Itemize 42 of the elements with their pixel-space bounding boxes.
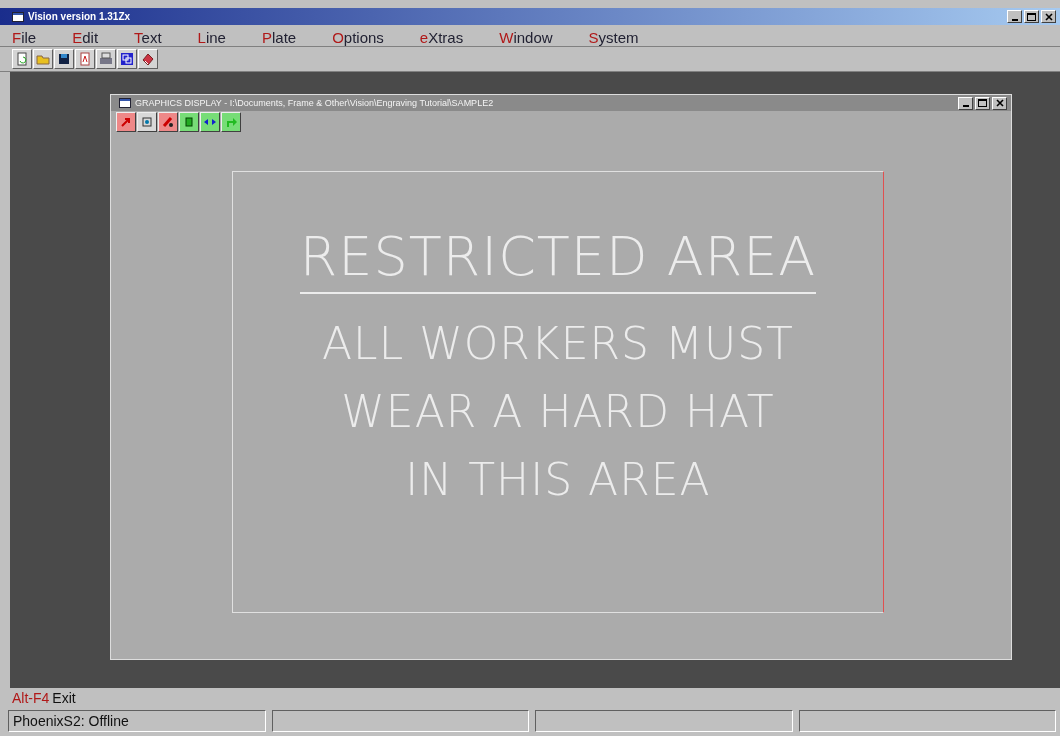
shortcut-label: Exit <box>52 690 76 706</box>
menu-item[interactable]: Options <box>332 30 384 46</box>
close-button[interactable] <box>992 96 1007 110</box>
menu-item[interactable]: Plate <box>261 30 297 46</box>
minimize-icon <box>962 105 969 107</box>
close-button[interactable] <box>1041 10 1056 23</box>
engraving-text: WEAR A HARD HAT <box>341 386 775 438</box>
child-window-title: GRAPHICS DISPLAY - I:\Documents, Frame & Other\Vision\Engraving Tutorial\SAMPLE2 <box>135 98 494 108</box>
engraving-text: ALL WORKERS MUST <box>322 318 794 370</box>
menu-item[interactable]: Text <box>134 30 162 46</box>
status-pane: PhoenixS2: Offline <box>8 710 266 732</box>
copy-icon[interactable] <box>117 49 137 69</box>
maximize-icon <box>1027 12 1036 21</box>
folder-icon[interactable] <box>33 49 53 69</box>
window-title: Vision version 1.31Zx <box>28 11 131 22</box>
arrows-icon[interactable] <box>200 112 220 132</box>
move-icon[interactable] <box>221 112 241 132</box>
menu-item[interactable]: eXtras <box>419 30 464 46</box>
pointer-icon[interactable] <box>116 112 136 132</box>
menu-item[interactable]: Line <box>197 30 226 46</box>
minimize-button[interactable] <box>1007 10 1022 23</box>
engraving-text: IN THIS AREA <box>405 454 711 506</box>
shortcut-key: Alt-F4 <box>12 690 50 706</box>
eraser-icon[interactable] <box>138 49 158 69</box>
close-icon <box>1044 12 1053 21</box>
menu-item[interactable]: File <box>12 30 37 46</box>
document-icon[interactable] <box>75 49 95 69</box>
window-icon <box>119 98 131 108</box>
close-icon <box>995 99 1004 107</box>
minimize-icon <box>1011 18 1018 21</box>
window-icon <box>12 11 24 22</box>
maximize-button[interactable] <box>975 96 990 110</box>
minimize-button[interactable] <box>958 96 973 110</box>
menu-item[interactable]: System <box>588 30 639 46</box>
engraving-text: RESTRICTED AREA <box>299 222 817 294</box>
printer-icon[interactable] <box>96 49 116 69</box>
menu-item[interactable]: Edit <box>72 30 99 46</box>
menu-item[interactable]: Window <box>499 30 553 46</box>
frame-icon[interactable] <box>137 112 157 132</box>
maximize-button[interactable] <box>1024 10 1039 23</box>
new-file-icon[interactable] <box>12 49 32 69</box>
maximize-icon <box>978 99 987 107</box>
